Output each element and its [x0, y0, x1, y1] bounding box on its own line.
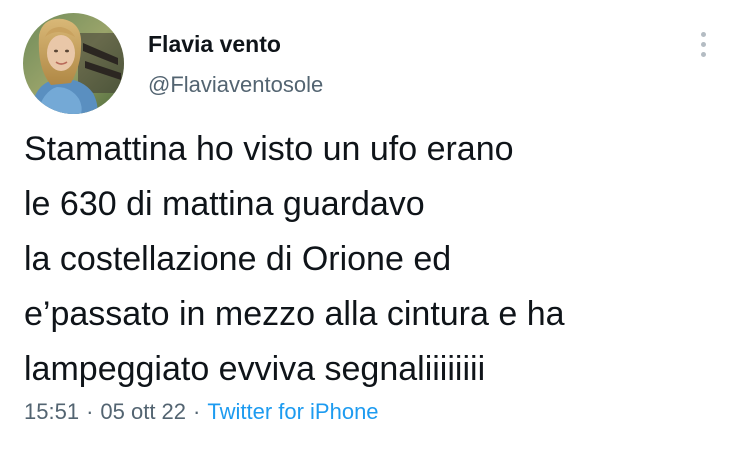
tweet-text-line: Stamattina ho visto un ufo erano — [24, 130, 514, 168]
tweet-text-line: lampeggiato evviva segnaliiiiiiii — [24, 350, 486, 388]
tweet-text-line: le 630 di mattina guardavo — [24, 185, 425, 223]
separator: · — [193, 399, 201, 424]
avatar[interactable] — [23, 13, 124, 114]
separator: · — [86, 399, 94, 424]
tweet-time[interactable]: 15:51 — [24, 399, 79, 424]
author-display-name[interactable]: Flavia vento — [148, 31, 281, 58]
tweet-text-line: e’passato in mezzo alla cintura e ha — [24, 295, 565, 333]
avatar-photo — [23, 13, 124, 114]
tweet-text-line: la costellazione di Orione ed — [24, 240, 452, 278]
more-options-button[interactable] — [690, 26, 716, 62]
tweet-source-link[interactable]: Twitter for iPhone — [207, 399, 378, 424]
tweet-card: Flavia vento @Flaviaventosole Stamattina… — [0, 0, 740, 449]
author-handle[interactable]: @Flaviaventosole — [148, 72, 323, 98]
tweet-text: Stamattina ho visto un ufo erano le 630 … — [24, 122, 724, 397]
tweet-metadata: 15:51 · 05 ott 22 · Twitter for iPhone — [24, 399, 379, 425]
tweet-date[interactable]: 05 ott 22 — [100, 399, 186, 424]
